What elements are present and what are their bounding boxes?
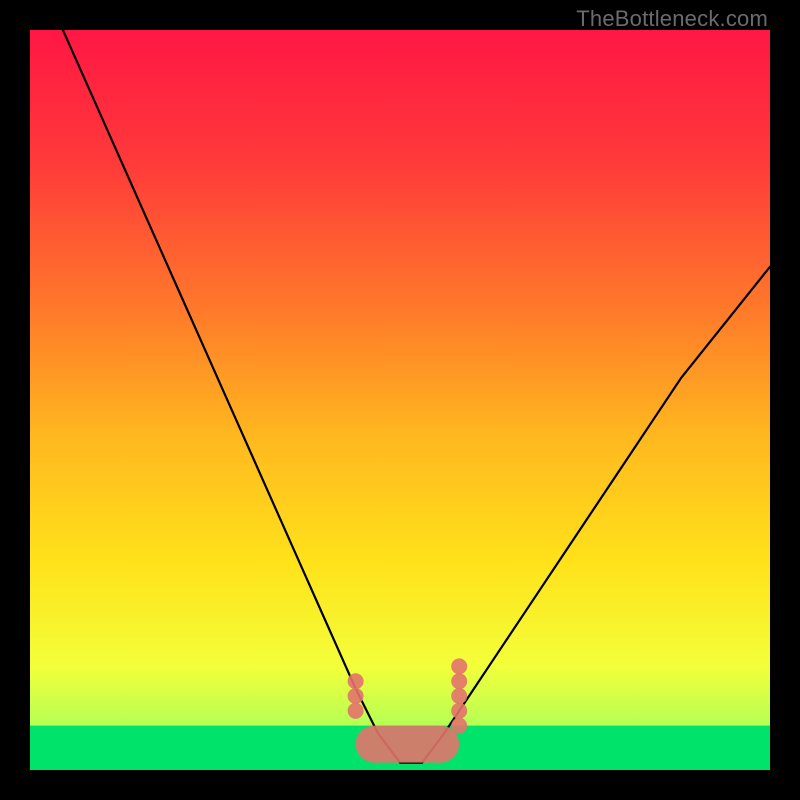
left-marker-dot-2 (348, 673, 364, 689)
right-marker-dot-2 (451, 688, 467, 704)
right-marker-dot-1 (451, 703, 467, 719)
plot-area (30, 30, 770, 770)
right-marker-dot-4 (451, 658, 467, 674)
chart-frame: TheBottleneck.com (0, 0, 800, 800)
curve-layer (30, 30, 770, 770)
watermark-text: TheBottleneck.com (576, 6, 768, 32)
right-marker-dot-3 (451, 673, 467, 689)
bottleneck-curve (30, 30, 770, 763)
right-marker-dot-0 (451, 718, 467, 734)
bottom-marker-pill (356, 726, 460, 763)
left-marker-dot-0 (348, 703, 364, 719)
left-marker-dot-1 (348, 688, 364, 704)
